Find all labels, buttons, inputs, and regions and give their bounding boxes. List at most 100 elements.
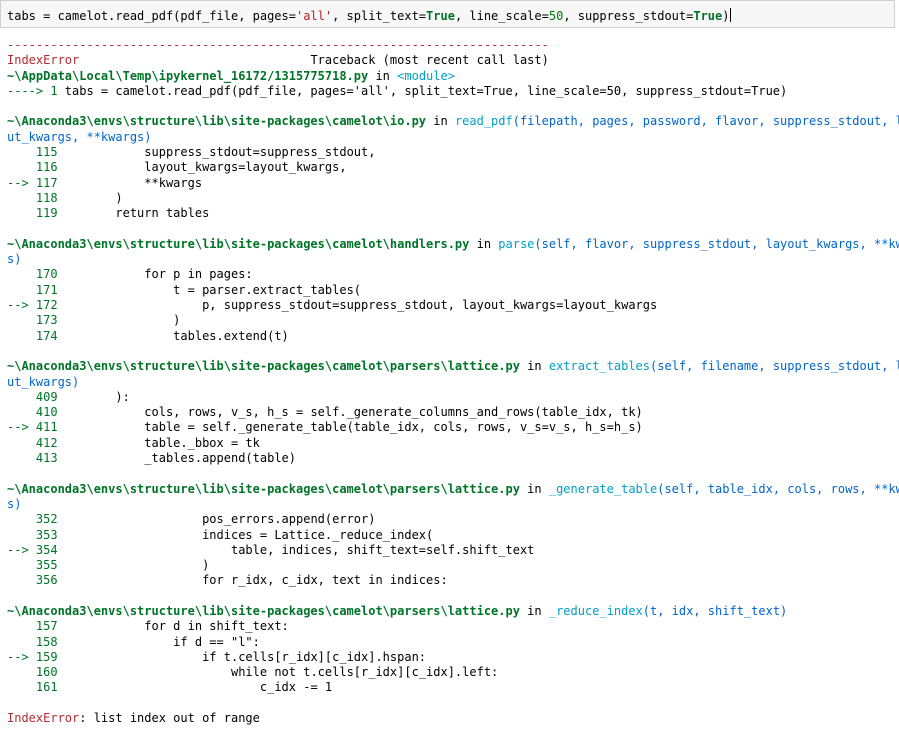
source-line: 413 _tables.append(table)	[7, 451, 892, 466]
source-line: --> 354 table, indices, shift_text=self.…	[7, 543, 892, 558]
code-segment: )	[722, 9, 730, 23]
frame-code-line: ----> 1 tabs = camelot.read_pdf(pdf_file…	[7, 84, 892, 99]
source-code: return tables	[57, 206, 210, 221]
line-number: 410	[7, 405, 58, 420]
source-line: --> 172 p, suppress_stdout=suppress_stdo…	[7, 298, 892, 313]
frame-path: ~\Anaconda3\envs\structure\lib\site-pack…	[7, 359, 520, 374]
source-code: for r_idx, c_idx, text in indices:	[57, 573, 448, 588]
text-cursor	[729, 8, 731, 22]
code-input-text[interactable]: tabs = camelot.read_pdf(pdf_file, pages=…	[7, 8, 731, 23]
frame-args: (self, filename, suppress_stdout, layo	[650, 359, 899, 374]
frame-args: (t, idx, shift_text)	[642, 603, 788, 618]
source-line: 412 table._bbox = tk	[7, 436, 892, 451]
source-code: indices = Lattice._reduce_index(	[57, 527, 434, 542]
line-number: --> 117	[7, 175, 58, 190]
source-code: while not t.cells[r_idx][c_idx].left:	[57, 665, 499, 680]
source-line: 161 c_idx -= 1	[7, 680, 892, 695]
line-number: 170	[7, 267, 58, 282]
frame-in: in	[426, 114, 455, 129]
traceback-output: ----------------------------------------…	[7, 38, 899, 726]
source-line: 118 )	[7, 191, 892, 206]
frame-header: ~\Anaconda3\envs\structure\lib\site-pack…	[7, 359, 899, 374]
source-code: )	[57, 190, 123, 205]
line-number: 356	[7, 573, 58, 588]
frame-args-continued: s)	[7, 252, 22, 267]
source-code: )	[57, 558, 210, 573]
line-number: 173	[7, 313, 58, 328]
source-code: if t.cells[r_idx][c_idx].hspan:	[57, 649, 427, 664]
source-line: 116 layout_kwargs=layout_kwargs,	[7, 160, 892, 175]
source-line: 119 return tables	[7, 206, 892, 221]
source-code: table._bbox = tk	[57, 435, 260, 450]
source-line: 409 ):	[7, 390, 892, 405]
frame-header: ~\Anaconda3\envs\structure\lib\site-pack…	[7, 481, 899, 497]
final-error-message: : list index out of range	[79, 711, 260, 726]
line-number: 352	[7, 512, 58, 527]
source-line: 352 pos_errors.append(error)	[7, 512, 892, 527]
frame-header: ~\Anaconda3\envs\structure\lib\site-pack…	[7, 604, 892, 619]
source-code: for p in pages:	[57, 267, 253, 282]
source-line: 158 if d == "l":	[7, 635, 892, 650]
source-line: 173 )	[7, 313, 892, 328]
frame-function: <module>	[397, 68, 455, 83]
line-number: 355	[7, 558, 58, 573]
frame-source-lines: 409 ): 410 cols, rows, v_s, h_s = self._…	[7, 390, 892, 466]
source-line: --> 411 table = self._generate_table(tab…	[7, 420, 892, 435]
code-segment: , suppress_stdout=	[563, 9, 694, 23]
frame-args-continued: s)	[7, 496, 22, 511]
frame-in: in	[368, 68, 398, 83]
traceback-separator: ----------------------------------------…	[7, 38, 549, 52]
code-input-cell[interactable]: tabs = camelot.read_pdf(pdf_file, pages=…	[0, 0, 895, 28]
source-line: 353 indices = Lattice._reduce_index(	[7, 528, 892, 543]
line-number: 119	[7, 206, 58, 221]
frame-in: in	[519, 603, 549, 618]
code-number: 50	[548, 9, 564, 23]
traceback-title: Traceback (most recent call last)	[79, 53, 549, 68]
frame-in: in	[469, 236, 499, 251]
source-code: table = self._generate_table(table_idx, …	[57, 420, 643, 435]
frame-args: (filepath, pages, password, flavor, supp…	[512, 114, 899, 129]
source-code: **kwargs	[57, 175, 203, 190]
source-code: table, indices, shift_text=self.shift_te…	[57, 542, 535, 557]
source-line: 355 )	[7, 558, 892, 573]
line-number: 161	[7, 680, 58, 695]
source-code: if d == "l":	[57, 634, 260, 649]
source-line: 115 suppress_stdout=suppress_stdout,	[7, 145, 892, 160]
code-keyword: True	[426, 9, 455, 23]
frame-header: ~\AppData\Local\Temp\ipykernel_16172/131…	[7, 69, 892, 84]
final-error-name: IndexError	[7, 711, 80, 726]
frame-args: (self, flavor, suppress_stdout, layout_k…	[534, 236, 899, 251]
frame-code: tabs = camelot.read_pdf(pdf_file, pages=…	[64, 83, 788, 98]
source-line: --> 159 if t.cells[r_idx][c_idx].hspan:	[7, 650, 892, 665]
code-segment: , split_text=	[332, 9, 427, 23]
line-number: 118	[7, 190, 58, 205]
code-string: 'all'	[295, 9, 333, 23]
frame-path: ~\Anaconda3\envs\structure\lib\site-pack…	[7, 481, 520, 496]
source-code: t = parser.extract_tables(	[57, 282, 362, 297]
source-code: tables.extend(t)	[57, 328, 289, 343]
source-line: 170 for p in pages:	[7, 267, 892, 282]
frame-source-lines: 352 pos_errors.append(error) 353 indices…	[7, 512, 892, 588]
final-error-line: IndexError: list index out of range	[7, 711, 892, 726]
frame-source-lines: 157 for d in shift_text: 158 if d == "l"…	[7, 619, 892, 695]
code-segment: tabs = camelot.read_pdf(pdf_file, pages=	[7, 9, 296, 23]
frame-in: in	[519, 481, 549, 496]
frame-header: ~\Anaconda3\envs\structure\lib\site-pack…	[7, 114, 899, 129]
source-code: ):	[57, 389, 130, 404]
source-code: suppress_stdout=suppress_stdout,	[57, 145, 376, 160]
source-code: c_idx -= 1	[57, 680, 333, 695]
frame-args-continued: ut_kwargs)	[7, 374, 80, 389]
source-code: for d in shift_text:	[57, 619, 289, 634]
frame-function: parse	[498, 236, 535, 251]
frame-path: ~\Anaconda3\envs\structure\lib\site-pack…	[7, 236, 470, 251]
frame-function: _generate_table	[548, 481, 658, 496]
source-line: --> 117 **kwargs	[7, 176, 892, 191]
frame-header: ~\Anaconda3\envs\structure\lib\site-pack…	[7, 236, 899, 252]
traceback-header: IndexError Traceback (most recent call l…	[7, 53, 892, 68]
line-number: 115	[7, 145, 58, 160]
source-code: p, suppress_stdout=suppress_stdout, layo…	[57, 298, 658, 313]
frame-source-lines: 170 for p in pages: 171 t = parser.extra…	[7, 267, 892, 343]
frame-path: ~\Anaconda3\envs\structure\lib\site-pack…	[7, 114, 427, 129]
frame-function: _reduce_index	[548, 603, 643, 618]
line-number: 116	[7, 160, 58, 175]
